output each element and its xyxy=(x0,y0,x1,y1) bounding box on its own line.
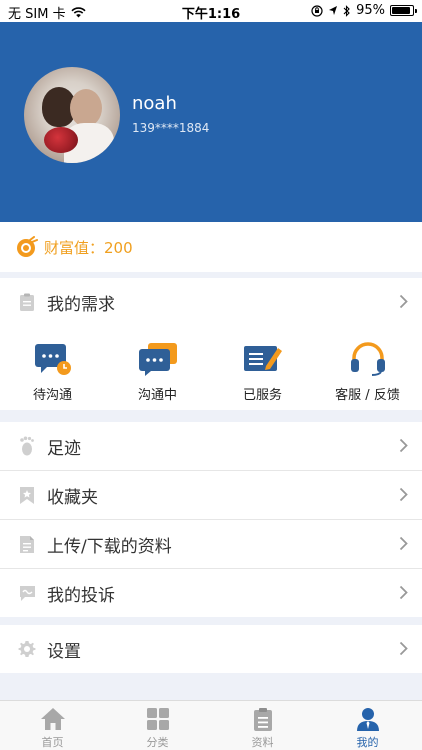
service-label: 沟通中 xyxy=(137,388,177,403)
chevron-right-icon xyxy=(399,585,408,600)
file-icon xyxy=(18,534,36,554)
service-support[interactable]: 客服 / 反馈 xyxy=(315,326,420,410)
status-bar: 无 SIM 卡 下午1:16 95% xyxy=(0,0,422,22)
tab-label: 首页 xyxy=(41,736,64,749)
chatting-icon xyxy=(138,343,177,376)
tab-label: 分类 xyxy=(146,736,169,749)
service-pending[interactable]: 待沟通 xyxy=(0,326,105,410)
menu-item-label: 设置 xyxy=(47,641,81,662)
menu-item-label: 上传/下载的资料 xyxy=(47,536,172,557)
bluetooth-icon xyxy=(343,4,350,17)
menu-item-complaints[interactable]: 我的投诉 xyxy=(0,569,422,617)
chevron-right-icon xyxy=(399,438,408,453)
menu-item-settings[interactable]: 设置 xyxy=(0,625,422,673)
served-icon xyxy=(243,346,282,371)
document-icon xyxy=(253,708,272,731)
avatar-figure-2 xyxy=(70,89,102,127)
menu-item-label: 我的需求 xyxy=(47,294,115,315)
tab-mine[interactable]: 我的 xyxy=(315,701,420,750)
service-chatting[interactable]: 沟通中 xyxy=(105,326,210,410)
message-icon xyxy=(18,583,36,603)
wealth-row: 财富值：200 xyxy=(0,222,422,272)
chevron-right-icon xyxy=(399,294,408,309)
service-label: 待沟通 xyxy=(32,388,72,403)
battery-percent: 95% xyxy=(356,3,385,18)
service-label: 已服务 xyxy=(242,388,282,403)
menu-item-favorites[interactable]: 收藏夹 xyxy=(0,471,422,519)
tab-home[interactable]: 首页 xyxy=(0,701,105,750)
menu-item-materials[interactable]: 上传/下载的资料 xyxy=(0,520,422,568)
coin-icon xyxy=(17,236,38,257)
tab-label: 我的 xyxy=(356,736,379,749)
chevron-right-icon xyxy=(399,487,408,502)
clipboard-icon xyxy=(18,292,36,312)
battery-icon xyxy=(390,5,417,16)
service-status-grid: 待沟通 沟通中 已服务 客服 / 反馈 xyxy=(0,326,422,410)
menu-item-label: 我的投诉 xyxy=(47,585,115,606)
battery-fill xyxy=(392,7,410,14)
service-served[interactable]: 已服务 xyxy=(210,326,315,410)
tab-materials[interactable]: 资料 xyxy=(210,701,315,750)
bookmark-icon xyxy=(18,485,36,505)
menu-item-label: 足迹 xyxy=(47,438,81,459)
chevron-right-icon xyxy=(399,641,408,656)
avatar[interactable] xyxy=(24,67,120,163)
orientation-lock-icon xyxy=(311,4,323,17)
avatar-bouquet xyxy=(44,127,78,153)
footprint-icon xyxy=(18,436,36,456)
chevron-right-icon xyxy=(399,536,408,551)
menu-item-footprint[interactable]: 足迹 xyxy=(0,422,422,470)
wealth-value: 财富值：200 xyxy=(44,238,133,257)
location-icon xyxy=(329,6,338,15)
profile-header[interactable]: noah 139****1884 xyxy=(0,22,422,222)
status-right: 95% xyxy=(311,3,417,18)
tab-category[interactable]: 分类 xyxy=(105,701,210,750)
pending-chat-icon xyxy=(34,344,71,375)
username: noah xyxy=(132,93,177,114)
tab-bar: 首页 分类 资料 我的 xyxy=(0,700,422,750)
menu-item-requirements[interactable]: 我的需求 xyxy=(0,278,422,326)
category-icon xyxy=(146,708,169,730)
gear-icon xyxy=(18,639,36,659)
menu-item-label: 收藏夹 xyxy=(47,487,98,508)
phone-number: 139****1884 xyxy=(132,121,210,135)
headset-icon xyxy=(350,342,385,376)
service-label: 客服 / 反馈 xyxy=(335,388,400,403)
tab-label: 资料 xyxy=(251,736,274,749)
profile-icon xyxy=(356,708,379,731)
home-icon xyxy=(40,708,65,730)
